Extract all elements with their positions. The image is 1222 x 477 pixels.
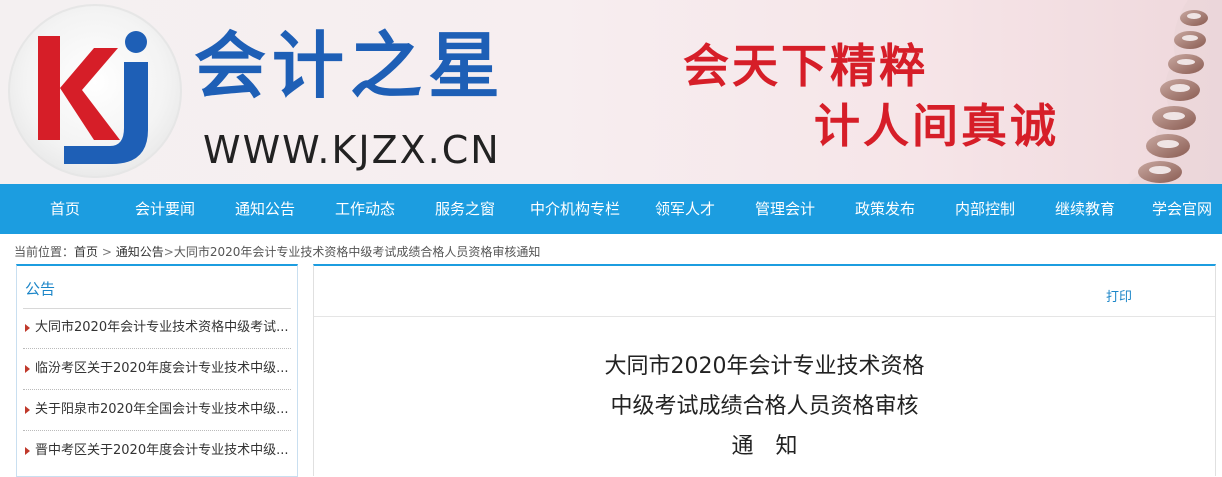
main-nav-bar: 首页 会计要闻 通知公告 工作动态 服务之窗 中介机构专栏 领军人才 管理会计 …	[0, 184, 1222, 234]
breadcrumb-current: 大同市2020年会计专业技术资格中级考试成绩合格人员资格审核通知	[173, 245, 541, 259]
sidebar-title: 公告	[25, 280, 56, 298]
article-title-line-2: 中级考试成绩合格人员资格审核	[610, 394, 919, 419]
toolbar-divider	[314, 316, 1215, 317]
breadcrumb-home-link[interactable]: 首页	[74, 245, 98, 259]
site-url: WWW.KJZX.CN	[203, 128, 501, 172]
sidebar-item[interactable]: 晋中考区关于2020年度会计专业技术中级...	[23, 431, 291, 471]
abacus-decoration-icon	[1128, 0, 1222, 184]
nav-item-accounting-news[interactable]: 会计要闻	[125, 184, 205, 234]
nav-item-service-window[interactable]: 服务之窗	[425, 184, 505, 234]
print-button[interactable]: 打印	[1106, 286, 1132, 305]
breadcrumb: 当前位置：首页 > 通知公告>大同市2020年会计专业技术资格中级考试成绩合格人…	[14, 244, 540, 260]
sidebar-item[interactable]: 临汾考区关于2020年度会计专业技术中级...	[23, 349, 291, 390]
triangle-bullet-icon	[25, 365, 30, 373]
sidebar-item-label: 临汾考区关于2020年度会计专业技术中级...	[35, 361, 289, 376]
sidebar-list: 大同市2020年会计专业技术资格中级考试... 临汾考区关于2020年度会计专业…	[17, 308, 297, 471]
sidebar-item-label: 关于阳泉市2020年全国会计专业技术中级...	[35, 402, 289, 417]
slogan-line-2: 计人间真诚	[814, 99, 1059, 153]
triangle-bullet-icon	[25, 447, 30, 455]
nav-item-notices[interactable]: 通知公告	[225, 184, 305, 234]
nav-item-society-site[interactable]: 学会官网	[1142, 184, 1222, 234]
article-title-line-1: 大同市2020年会计专业技术资格	[604, 354, 925, 379]
nav-item-agency-column[interactable]: 中介机构专栏	[520, 184, 630, 234]
article-panel: 打印 大同市2020年会计专业技术资格 中级考试成绩合格人员资格审核 通 知	[313, 264, 1216, 476]
brand-name: 会计之星	[194, 24, 507, 108]
sidebar-item[interactable]: 大同市2020年会计专业技术资格中级考试...	[23, 308, 291, 349]
slogan-line-1: 会天下精粹	[683, 39, 928, 93]
breadcrumb-separator: >	[163, 245, 174, 259]
nav-item-home[interactable]: 首页	[30, 184, 100, 234]
nav-item-management-accounting[interactable]: 管理会计	[745, 184, 825, 234]
nav-item-internal-control[interactable]: 内部控制	[945, 184, 1025, 234]
nav-item-continuing-education[interactable]: 继续教育	[1045, 184, 1125, 234]
kj-logo-icon	[38, 31, 148, 164]
site-header-banner: 会计之星 WWW.KJZX.CN 会天下精粹 计人间真诚	[0, 0, 1222, 184]
breadcrumb-separator: >	[101, 245, 112, 259]
nav-item-leading-talents[interactable]: 领军人才	[645, 184, 725, 234]
sidebar-item[interactable]: 关于阳泉市2020年全国会计专业技术中级...	[23, 390, 291, 431]
nav-item-policy-release[interactable]: 政策发布	[845, 184, 925, 234]
breadcrumb-section-link[interactable]: 通知公告	[116, 245, 164, 259]
sidebar-notices-panel: 公告 大同市2020年会计专业技术资格中级考试... 临汾考区关于2020年度会…	[16, 264, 298, 477]
nav-item-work-updates[interactable]: 工作动态	[325, 184, 405, 234]
sidebar-item-label: 晋中考区关于2020年度会计专业技术中级...	[35, 443, 289, 458]
article-title-line-3: 通 知	[731, 434, 798, 459]
sidebar-item-label: 大同市2020年会计专业技术资格中级考试...	[35, 320, 289, 335]
triangle-bullet-icon	[25, 406, 30, 414]
triangle-bullet-icon	[25, 324, 30, 332]
breadcrumb-prefix: 当前位置：	[14, 245, 75, 259]
